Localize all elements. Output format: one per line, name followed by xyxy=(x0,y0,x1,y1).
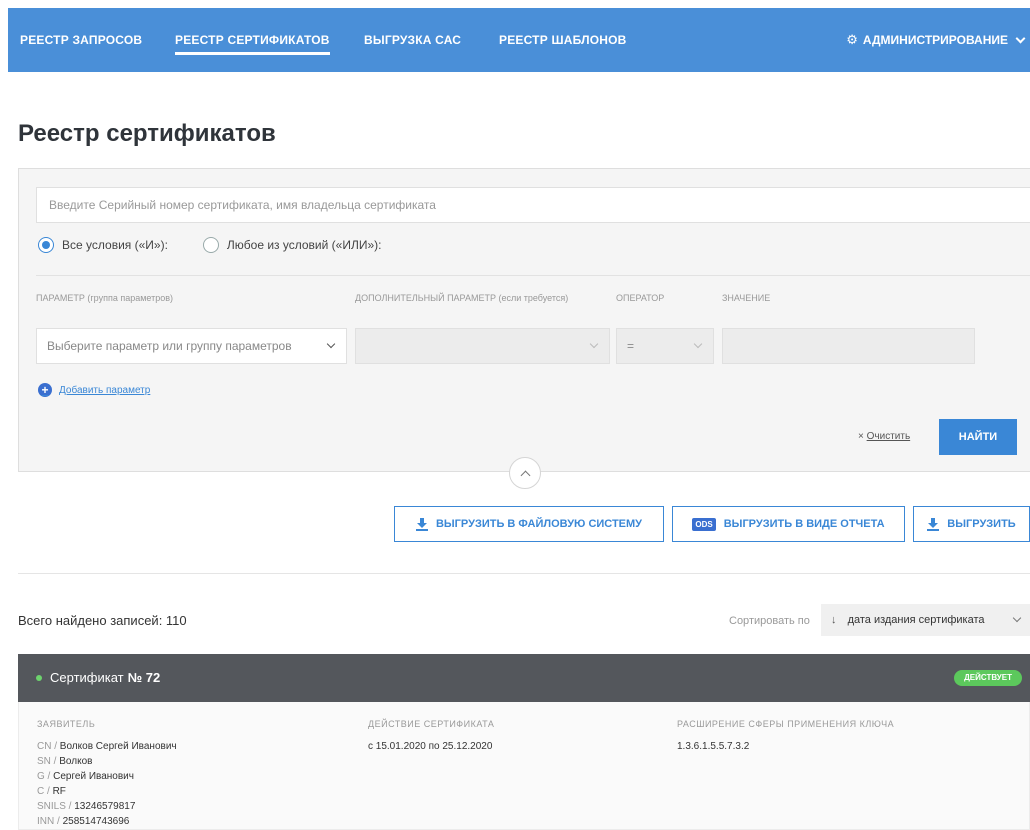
nav-item-cas-export[interactable]: ВЫГРУЗКА САС xyxy=(364,8,461,72)
nav-item-certificates[interactable]: РЕЕСТР СЕРТИФИКАТОВ xyxy=(175,8,330,72)
nav-admin-menu[interactable]: ⚙ АДМИНИСТРИРОВАНИЕ xyxy=(846,8,1026,72)
condition-radio-group: Все условия («И»): Любое из условий («ИЛ… xyxy=(38,237,381,253)
column-header-extra-param: ДОПОЛНИТЕЛЬНЫЙ ПАРАМЕТР (если требуется) xyxy=(355,293,569,303)
collapse-filter-button[interactable] xyxy=(509,457,541,489)
sort-value: дата издания сертификата xyxy=(847,614,985,626)
export-label: ВЫГРУЗИТЬ xyxy=(947,518,1016,530)
field-c: C / RF xyxy=(37,786,66,797)
find-button[interactable]: НАЙТИ xyxy=(939,419,1017,455)
export-report-label: ВЫГРУЗИТЬ В ВИДЕ ОТЧЕТА xyxy=(723,518,885,530)
nav-item-templates[interactable]: РЕЕСТР ШАБЛОНОВ xyxy=(499,8,627,72)
column-header-param: ПАРАМЕТР (группа параметров) xyxy=(36,293,174,303)
sort-select[interactable]: ↓ дата издания сертификата xyxy=(821,604,1030,636)
certificate-title-prefix: Сертификат xyxy=(50,670,124,685)
clear-button[interactable]: × Очистить xyxy=(858,431,910,442)
field-g: G / Сергей Иванович xyxy=(37,771,134,782)
field-cn: CN / Волков Сергей Иванович xyxy=(37,741,177,752)
value-input[interactable] xyxy=(722,328,975,364)
operator-select[interactable]: = xyxy=(616,328,714,364)
validity-header: ДЕЙСТВИЕ СЕРТИФИКАТА xyxy=(368,719,495,729)
column-header-operator: ОПЕРАТОР xyxy=(616,293,665,303)
close-icon: × xyxy=(858,431,864,442)
chevron-down-icon xyxy=(1012,613,1022,623)
param-select-placeholder: Выберите параметр или группу параметров xyxy=(47,339,292,353)
certificate-card-header[interactable]: Сертификат № 72 ДЕЙСТВУЕТ xyxy=(18,654,1030,702)
chevron-down-icon xyxy=(693,339,703,349)
gear-icon: ⚙ xyxy=(846,32,858,47)
key-usage-value: 1.3.6.1.5.5.7.3.2 xyxy=(677,741,750,752)
sort-label: Сортировать по xyxy=(729,615,810,627)
search-input[interactable]: Введите Серийный номер сертификата, имя … xyxy=(36,187,1030,223)
export-filesystem-button[interactable]: ВЫГРУЗИТЬ В ФАЙЛОВУЮ СИСТЕМУ xyxy=(394,506,664,542)
status-dot-icon xyxy=(36,674,42,681)
certificate-card-body: ЗАЯВИТЕЛЬ CN / Волков Сергей Иванович SN… xyxy=(18,702,1030,830)
radio-any-label: Любое из условий («ИЛИ»): xyxy=(226,238,382,252)
chevron-down-icon xyxy=(326,339,336,349)
filter-panel: Введите Серийный номер сертификата, имя … xyxy=(18,168,1030,472)
radio-all-conditions[interactable] xyxy=(38,237,54,253)
validity-period: с 15.01.2020 по 25.12.2020 xyxy=(368,741,493,752)
key-usage-header: РАСШИРЕНИЕ СФЕРЫ ПРИМЕНЕНИЯ КЛЮЧА xyxy=(677,719,895,729)
export-report-button[interactable]: ODS ВЫГРУЗИТЬ В ВИДЕ ОТЧЕТА xyxy=(672,506,905,542)
clear-label: Очистить xyxy=(866,431,911,442)
divider xyxy=(18,573,1030,574)
ods-file-icon: ODS xyxy=(692,517,716,531)
radio-all-label: Все условия («И»): xyxy=(62,238,168,252)
page-title: Реестр сертификатов xyxy=(18,120,276,147)
radio-any-condition[interactable] xyxy=(202,237,219,253)
export-filesystem-label: ВЫГРУЗИТЬ В ФАЙЛОВУЮ СИСТЕМУ xyxy=(435,518,643,530)
add-param-link[interactable]: + Добавить параметр xyxy=(38,383,150,397)
add-param-label: Добавить параметр xyxy=(59,384,151,396)
nav-admin-label: АДМИНИСТРИРОВАНИЕ xyxy=(862,33,1008,47)
download-icon xyxy=(415,517,428,531)
param-select[interactable]: Выберите параметр или группу параметров xyxy=(36,328,347,364)
extra-param-select[interactable] xyxy=(355,328,610,364)
column-header-value: ЗНАЧЕНИЕ xyxy=(722,293,771,303)
top-nav: РЕЕСТР ЗАПРОСОВ РЕЕСТР СЕРТИФИКАТОВ ВЫГР… xyxy=(8,8,1030,72)
plus-circle-icon: + xyxy=(38,383,52,397)
export-button[interactable]: ВЫГРУЗИТЬ xyxy=(913,506,1030,542)
field-snils: SNILS / 13246579817 xyxy=(37,801,136,812)
applicant-header: ЗАЯВИТЕЛЬ xyxy=(37,719,96,729)
certificate-number: № 72 xyxy=(127,670,161,685)
nav-item-requests[interactable]: РЕЕСТР ЗАПРОСОВ xyxy=(20,8,142,72)
results-count: Всего найдено записей: 110 xyxy=(18,613,187,628)
download-icon xyxy=(927,517,940,531)
chevron-down-icon xyxy=(1015,33,1026,44)
chevron-down-icon xyxy=(589,339,599,349)
sort-arrow-down-icon: ↓ xyxy=(831,614,837,626)
certificate-title: Сертификат № 72 xyxy=(36,670,160,685)
field-inn: INN / 258514743696 xyxy=(37,816,130,827)
operator-value: = xyxy=(627,339,635,353)
divider xyxy=(36,275,1030,276)
field-sn: SN / Волков xyxy=(37,756,93,767)
status-badge: ДЕЙСТВУЕТ xyxy=(954,670,1022,686)
